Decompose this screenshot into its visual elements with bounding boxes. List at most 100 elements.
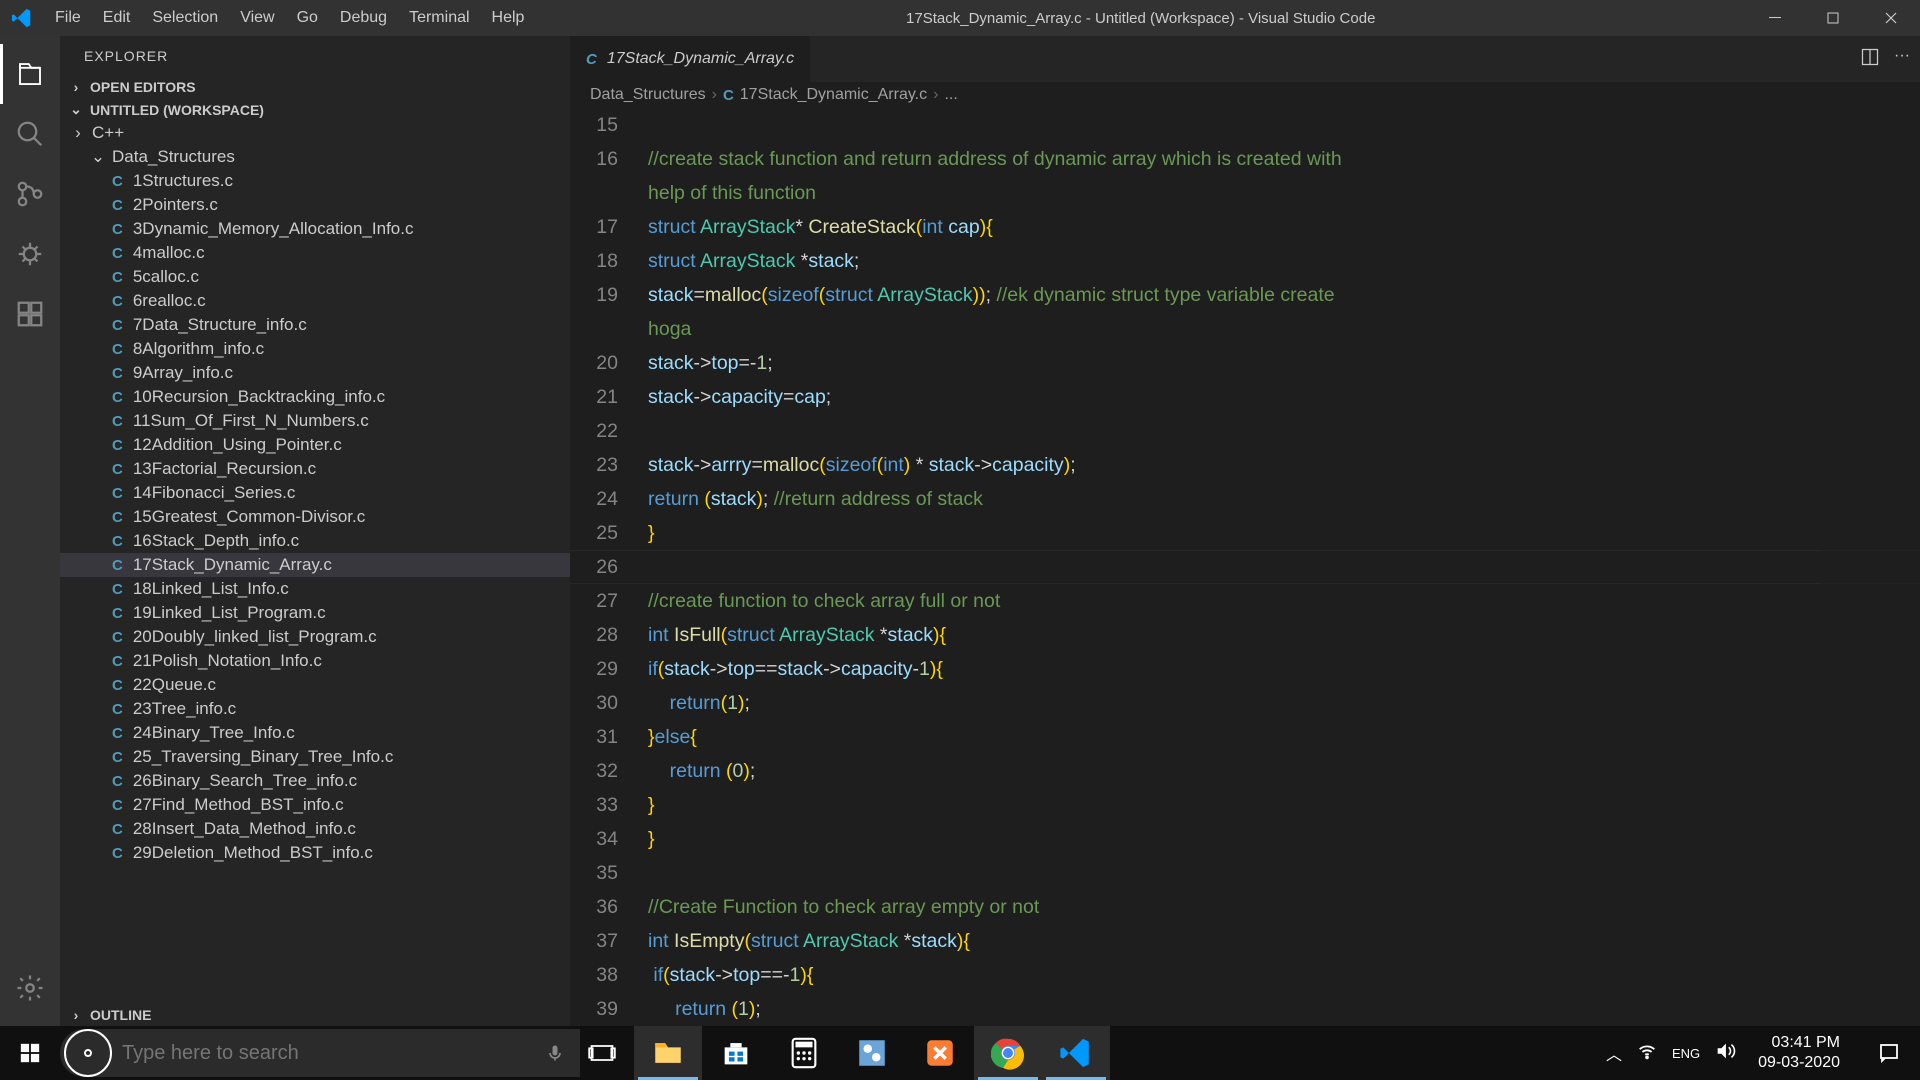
breadcrumb-folder[interactable]: Data_Structures <box>590 86 706 104</box>
tray-chevron-icon[interactable]: ︿ <box>1606 1041 1622 1065</box>
editor-area: C 17Stack_Dynamic_Array.c ··· Data_Struc… <box>570 36 1920 1026</box>
file-label: 9Array_info.c <box>133 363 233 383</box>
breadcrumb-file[interactable]: 17Stack_Dynamic_Array.c <box>740 86 927 104</box>
menu-help[interactable]: Help <box>481 0 536 36</box>
start-button[interactable] <box>0 1026 60 1080</box>
vscode-app[interactable] <box>1042 1026 1110 1080</box>
debug-icon[interactable] <box>0 224 60 284</box>
file-label: 11Sum_Of_First_N_Numbers.c <box>133 411 369 431</box>
file-item[interactable]: C12Addition_Using_Pointer.c <box>60 433 570 457</box>
menu-debug[interactable]: Debug <box>329 0 398 36</box>
more-actions-icon[interactable]: ··· <box>1894 47 1910 72</box>
file-item[interactable]: C23Tree_info.c <box>60 697 570 721</box>
menu-view[interactable]: View <box>229 0 285 36</box>
breadcrumb[interactable]: Data_Structures › C 17Stack_Dynamic_Arra… <box>570 82 1920 108</box>
code-editor[interactable]: 1516 171819 2021222324252627282930313233… <box>570 108 1920 1026</box>
file-label: 19Linked_List_Program.c <box>133 603 326 623</box>
file-tree[interactable]: ›C++ ⌄Data_Structures C1Structures.cC2Po… <box>60 121 570 1004</box>
notifications-icon[interactable] <box>1862 1026 1916 1080</box>
mic-icon[interactable] <box>530 1043 580 1063</box>
microsoft-store-app[interactable] <box>702 1026 770 1080</box>
settings-gear-icon[interactable] <box>0 958 60 1018</box>
search-input[interactable] <box>122 1042 530 1065</box>
file-item[interactable]: C 9Array_info.c <box>60 361 570 385</box>
code-content[interactable]: //create stack function and return addre… <box>648 108 1920 1026</box>
file-item[interactable]: C16Stack_Depth_info.c <box>60 529 570 553</box>
file-item[interactable]: C8Algorithm_info.c <box>60 337 570 361</box>
file-item[interactable]: C 25_Traversing_Binary_Tree_Info.c <box>60 745 570 769</box>
file-item[interactable]: C17Stack_Dynamic_Array.c <box>60 553 570 577</box>
file-label: 21Polish_Notation_Info.c <box>133 651 322 671</box>
file-item[interactable]: C4malloc.c <box>60 241 570 265</box>
c-file-icon: C <box>112 797 123 814</box>
minimap[interactable] <box>1820 108 1920 1026</box>
minimize-button[interactable] <box>1746 0 1804 36</box>
file-item[interactable]: C18Linked_List_Info.c <box>60 577 570 601</box>
file-item[interactable]: C1Structures.c <box>60 169 570 193</box>
file-item[interactable]: C13Factorial_Recursion.c <box>60 457 570 481</box>
file-item[interactable]: C24Binary_Tree_Info.c <box>60 721 570 745</box>
file-item[interactable]: C5calloc.c <box>60 265 570 289</box>
file-label: 13Factorial_Recursion.c <box>133 459 316 479</box>
file-item[interactable]: C28Insert_Data_Method_info.c <box>60 817 570 841</box>
file-item[interactable]: C2Pointers.c <box>60 193 570 217</box>
file-item[interactable]: C29Deletion_Method_BST_info.c <box>60 841 570 865</box>
outline-section[interactable]: ›OUTLINE <box>60 1004 570 1026</box>
chrome-app[interactable] <box>974 1026 1042 1080</box>
open-editors-section[interactable]: ›OPEN EDITORS <box>60 76 570 98</box>
c-file-icon: C <box>112 317 123 334</box>
file-label: 28Insert_Data_Method_info.c <box>133 819 356 839</box>
sidebar-title: EXPLORER <box>60 36 570 76</box>
file-item[interactable]: C27Find_Method_BST_info.c <box>60 793 570 817</box>
extensions-icon[interactable] <box>0 284 60 344</box>
c-file-icon: C <box>112 293 123 310</box>
workspace-section[interactable]: ⌄UNTITLED (WORKSPACE) <box>60 98 570 121</box>
file-item[interactable]: C3Dynamic_Memory_Allocation_Info.c <box>60 217 570 241</box>
file-item[interactable]: C19Linked_List_Program.c <box>60 601 570 625</box>
c-file-icon: C <box>112 845 123 862</box>
split-editor-icon[interactable] <box>1860 47 1880 72</box>
menu-terminal[interactable]: Terminal <box>398 0 480 36</box>
c-file-icon: C <box>112 509 123 526</box>
file-item[interactable]: C7Data_Structure_info.c <box>60 313 570 337</box>
clock[interactable]: 03:41 PM 09-03-2020 <box>1748 1033 1850 1073</box>
file-item[interactable]: C21Polish_Notation_Info.c <box>60 649 570 673</box>
tab-active[interactable]: C 17Stack_Dynamic_Array.c <box>570 36 811 82</box>
search-icon[interactable] <box>0 104 60 164</box>
c-file-icon: C <box>112 749 123 766</box>
file-item[interactable]: C22Queue.c <box>60 673 570 697</box>
task-view-icon[interactable] <box>580 1026 624 1080</box>
menu-edit[interactable]: Edit <box>92 0 142 36</box>
tab-label: 17Stack_Dynamic_Array.c <box>607 50 794 68</box>
menu-selection[interactable]: Selection <box>141 0 229 36</box>
breadcrumb-more[interactable]: ... <box>944 86 957 104</box>
wifi-icon[interactable] <box>1636 1040 1658 1067</box>
file-item[interactable]: C14Fibonacci_Series.c <box>60 481 570 505</box>
xampp-app[interactable] <box>906 1026 974 1080</box>
menu-go[interactable]: Go <box>286 0 329 36</box>
explorer-icon[interactable] <box>0 44 60 104</box>
taskbar-search[interactable] <box>60 1029 580 1077</box>
folder-data-structures[interactable]: ⌄Data_Structures <box>60 145 570 169</box>
volume-icon[interactable] <box>1714 1040 1736 1067</box>
chevron-right-icon: › <box>66 1007 86 1023</box>
file-item[interactable]: C26Binary_Search_Tree_info.c <box>60 769 570 793</box>
file-label: 25_Traversing_Binary_Tree_Info.c <box>133 747 394 767</box>
file-item[interactable]: C15Greatest_Common-Divisor.c <box>60 505 570 529</box>
control-panel-app[interactable] <box>838 1026 906 1080</box>
file-label: 26Binary_Search_Tree_info.c <box>133 771 357 791</box>
file-item[interactable]: C20Doubly_linked_list_Program.c <box>60 625 570 649</box>
folder-cpp[interactable]: ›C++ <box>60 121 570 145</box>
menu-file[interactable]: File <box>44 0 92 36</box>
source-control-icon[interactable] <box>0 164 60 224</box>
file-item[interactable]: C11Sum_Of_First_N_Numbers.c <box>60 409 570 433</box>
file-item[interactable]: C10Recursion_Backtracking_info.c <box>60 385 570 409</box>
close-button[interactable] <box>1862 0 1920 36</box>
language-icon[interactable]: ENG <box>1672 1046 1700 1061</box>
maximize-button[interactable] <box>1804 0 1862 36</box>
calculator-app[interactable] <box>770 1026 838 1080</box>
c-file-icon: C <box>112 365 123 382</box>
file-item[interactable]: C6realloc.c <box>60 289 570 313</box>
file-label: 16Stack_Depth_info.c <box>133 531 299 551</box>
file-explorer-app[interactable] <box>634 1026 702 1080</box>
